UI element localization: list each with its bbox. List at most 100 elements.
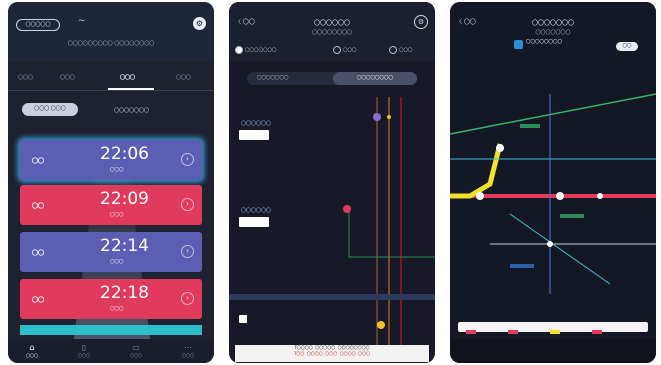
departure-time: 22:18 xyxy=(100,283,149,303)
legend-swatches xyxy=(466,330,602,334)
train-type: 〇〇 xyxy=(32,158,45,165)
track-diagram xyxy=(229,97,435,345)
header: 〈 〇〇 〇〇〇〇〇〇 〇〇〇〇〇〇〇〇 ⚙ 〇〇〇〇〇〇〇 〇〇〇 〇〇〇 xyxy=(229,2,435,62)
legend-swatch xyxy=(592,330,602,334)
nav-home[interactable]: ⌂ 〇〇〇 xyxy=(12,343,52,359)
page-subtitle: 〇〇〇〇〇〇〇 xyxy=(535,30,571,36)
map-line-green xyxy=(450,93,656,135)
destination: 〇〇〇 xyxy=(110,213,124,218)
train-type: 〇〇 xyxy=(32,297,45,304)
station-node xyxy=(556,192,564,200)
map-line-yellow xyxy=(450,143,503,199)
footer-banner: T〇〇〇〇 〇〇〇〇〇 〇〇〇〇〇〇〇〇 T〇〇 〇〇〇〇 〇〇〇 〇〇〇〇 〇… xyxy=(235,345,429,362)
train-label-1[interactable]: 〇〇〇〇〇〇 xyxy=(241,120,271,127)
header: 〇〇〇〇〇 ∼ ⚙ 〇〇〇〇〇〇〇〇〇 〇〇〇〇〇〇〇〇 xyxy=(8,2,214,62)
home-icon: ⌂ xyxy=(29,343,35,352)
chevron-right-icon[interactable]: › xyxy=(181,153,194,166)
train-icon xyxy=(239,315,247,323)
page-subtitle: 〇〇〇〇〇〇〇〇 xyxy=(311,30,352,36)
departure-card[interactable]: 〇〇 22:06 〇〇〇 › xyxy=(20,140,202,180)
map-legend xyxy=(458,322,648,334)
nav-more-label: 〇〇〇 xyxy=(182,353,194,358)
train-position-screen: 〈 〇〇 〇〇〇〇〇〇 〇〇〇〇〇〇〇〇 ⚙ 〇〇〇〇〇〇〇 〇〇〇 〇〇〇 〇… xyxy=(229,2,435,363)
action-button[interactable]: 〇〇 xyxy=(616,42,638,51)
destination: 〇〇〇 xyxy=(110,260,124,265)
station-node xyxy=(547,241,553,247)
legend-swatch xyxy=(466,330,476,334)
departure-time: 22:06 xyxy=(100,144,149,164)
radio-line-1[interactable]: 〇〇〇〇〇〇〇 xyxy=(235,46,277,54)
departure-time: 22:09 xyxy=(100,189,149,209)
chevron-right-icon[interactable]: › xyxy=(181,245,194,258)
departure-board-screen: 〇〇〇〇〇 ∼ ⚙ 〇〇〇〇〇〇〇〇〇 〇〇〇〇〇〇〇〇 〇〇〇 〇〇〇 〇〇〇… xyxy=(8,2,214,363)
train-type: 〇〇 xyxy=(32,203,45,210)
nav-card[interactable]: ▭ 〇〇〇 xyxy=(116,343,156,359)
tab-bar: 〇〇〇 〇〇〇 〇〇〇 〇〇〇 xyxy=(8,68,214,91)
tab-1[interactable]: 〇〇〇 xyxy=(18,74,33,81)
train-icon xyxy=(239,217,269,227)
destination: 〇〇〇 xyxy=(110,307,124,312)
station-marker xyxy=(387,115,391,119)
chevron-right-icon[interactable]: › xyxy=(181,292,194,305)
page-title: 〇〇〇〇〇〇〇 xyxy=(531,20,574,27)
segment-option-a[interactable]: 〇〇〇〇〇〇〇 xyxy=(257,72,289,85)
radio-line-2[interactable]: 〇〇〇 xyxy=(333,46,357,54)
page-title: 〇〇〇〇〇〇 xyxy=(313,20,350,27)
station-marker xyxy=(377,321,385,329)
header-subtitle: 〇〇〇〇〇〇〇〇〇 〇〇〇〇〇〇〇〇 xyxy=(67,41,155,47)
departure-card[interactable]: 〇〇 22:09 〇〇〇 › xyxy=(20,185,202,225)
train-label-2[interactable]: 〇〇〇〇〇〇 xyxy=(241,207,271,214)
active-tab-indicator xyxy=(108,88,154,90)
radio-dot-icon xyxy=(333,46,341,54)
station-marker xyxy=(343,205,351,213)
filter-toggle-on[interactable]: 〇〇〇 〇〇〇 xyxy=(22,103,78,116)
direction-segment: 〇〇〇〇〇〇〇 〇〇〇〇〇〇〇〇 xyxy=(247,72,417,85)
tab-2[interactable]: 〇〇〇 xyxy=(60,74,75,81)
nav-more[interactable]: ⋯ 〇〇〇 xyxy=(168,343,208,359)
departure-time: 22:14 xyxy=(100,236,149,256)
nav-doc-label: 〇〇〇 xyxy=(78,353,90,358)
gear-icon[interactable]: ⚙ xyxy=(414,15,428,29)
station-label-box xyxy=(560,214,584,218)
station-label-box xyxy=(520,124,540,128)
route-map-screen: 〈 〇〇 〇〇〇〇〇〇〇 〇〇〇〇〇〇〇 〇〇〇〇〇〇〇〇 〇〇 xyxy=(450,2,656,363)
train-icon xyxy=(239,130,269,140)
legend-swatch xyxy=(508,330,518,334)
tab-4[interactable]: 〇〇〇 xyxy=(176,74,191,81)
map-line-cyan xyxy=(509,213,611,285)
app-logo: ∼ xyxy=(78,16,86,26)
radio-label: 〇〇〇 xyxy=(399,48,413,54)
segment-option-b[interactable]: 〇〇〇〇〇〇〇〇 xyxy=(333,72,417,85)
route-map[interactable] xyxy=(450,64,656,312)
station-marker xyxy=(373,113,381,121)
station-node xyxy=(496,144,504,152)
nav-home-label: 〇〇〇 xyxy=(26,353,38,358)
header: 〈 〇〇 〇〇〇〇〇〇〇 〇〇〇〇〇〇〇 〇〇〇〇〇〇〇〇 〇〇 xyxy=(450,2,656,64)
radio-label: 〇〇〇 xyxy=(343,48,357,54)
departure-card[interactable]: 〇〇 22:18 〇〇〇 › xyxy=(20,279,202,319)
line-name: 〇〇〇〇〇〇〇〇 xyxy=(526,40,562,45)
tab-3[interactable]: 〇〇〇 xyxy=(120,74,135,81)
nav-doc[interactable]: ▯ 〇〇〇 xyxy=(64,343,104,359)
legend-swatch xyxy=(550,330,560,334)
line-badge-icon xyxy=(514,40,523,49)
radio-dot-icon xyxy=(389,46,397,54)
radio-line-3[interactable]: 〇〇〇 xyxy=(389,46,413,54)
gear-icon[interactable]: ⚙ xyxy=(193,17,206,30)
departure-card[interactable]: 〇〇 22:14 〇〇〇 › xyxy=(20,232,202,272)
radio-label: 〇〇〇〇〇〇〇 xyxy=(245,48,277,54)
nav-card-label: 〇〇〇 xyxy=(130,353,142,358)
bottom-nav: ⌂ 〇〇〇 ▯ 〇〇〇 ▭ 〇〇〇 ⋯ 〇〇〇 xyxy=(8,339,214,363)
search-button[interactable]: 〇〇〇〇〇 xyxy=(16,19,60,31)
footer-line-2: T〇〇 〇〇〇〇 〇〇〇 〇〇〇〇 〇〇〇 xyxy=(293,351,371,356)
next-card-peek xyxy=(20,325,202,335)
card-icon: ▭ xyxy=(132,343,140,352)
chevron-right-icon[interactable]: › xyxy=(181,198,194,211)
filter-toggle-off[interactable]: 〇〇〇〇〇〇〇 xyxy=(114,107,149,114)
station-label-box xyxy=(510,264,534,268)
station-node xyxy=(476,192,484,200)
destination: 〇〇〇 xyxy=(110,168,124,173)
bottom-nav xyxy=(450,339,656,363)
more-icon: ⋯ xyxy=(184,343,192,352)
doc-icon: ▯ xyxy=(81,343,87,352)
